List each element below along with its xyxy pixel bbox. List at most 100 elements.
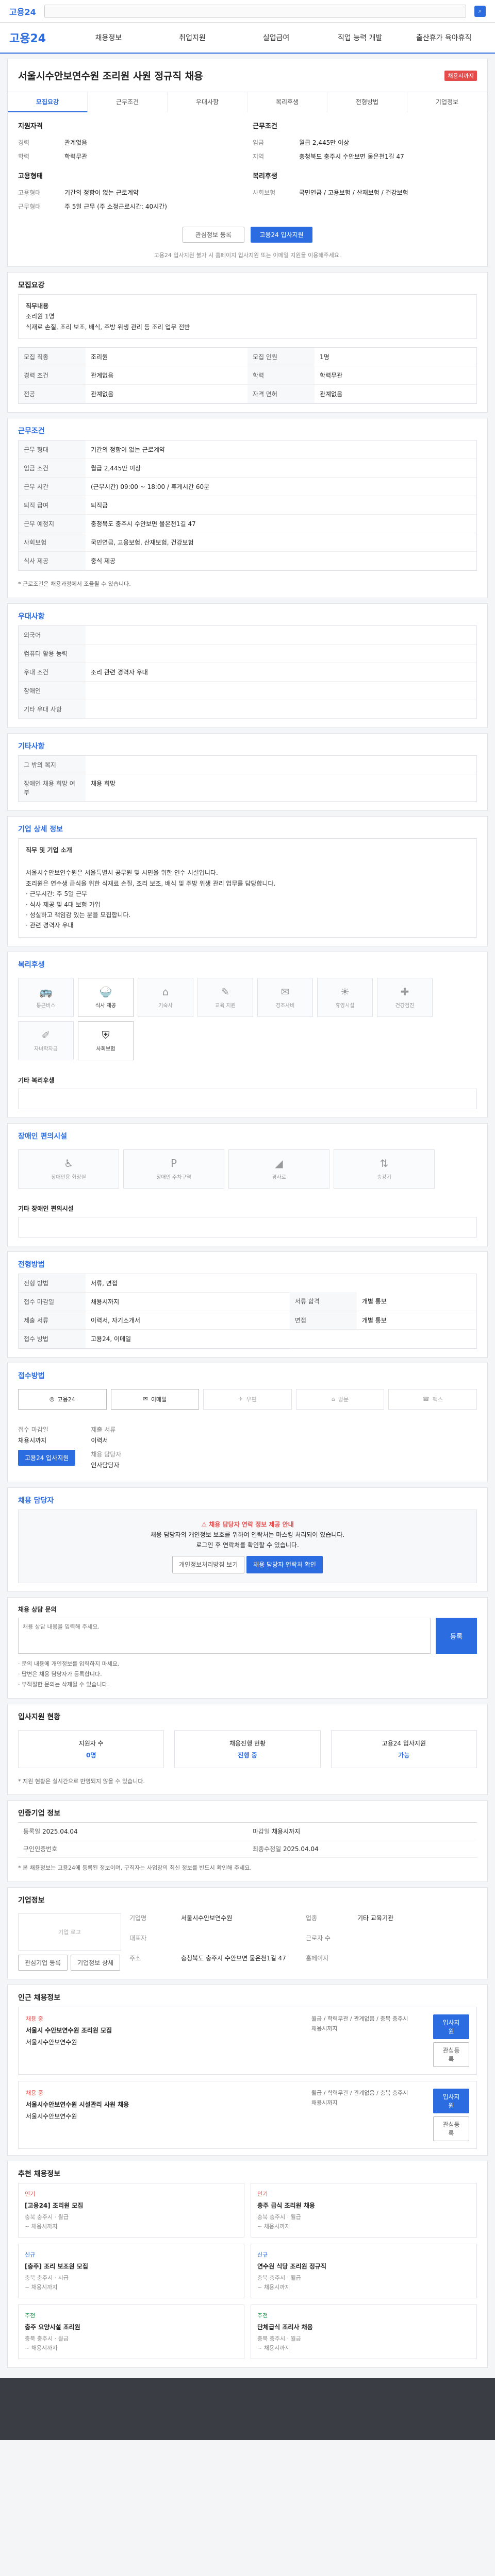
table-row: 식사 제공 중식 제공	[19, 551, 476, 571]
steps-section: 입사지원 현황 지원자 수 0명 채용진행 현황 진행 중 고용24 입사지원 가능 …	[7, 1703, 488, 1795]
qa-textarea[interactable]	[18, 1618, 431, 1654]
facility-section: 장애인 편의시설 ♿ 장애인용 화장실 P 장애인 주차구역 ◢ 경사로 ⇅ 승강기 기…	[7, 1123, 488, 1246]
company-value	[357, 1934, 477, 1951]
nav-item-benefit[interactable]: 실업급여	[234, 32, 318, 43]
condition-table: 근무 형태 기간의 정함이 없는 근로계약 임금 조건 월급 2,445만 이상 근…	[19, 440, 476, 571]
welfare-label: 사회보험	[96, 1046, 116, 1053]
row-value: 조리원	[86, 348, 248, 367]
contact-reveal-button[interactable]: 채용 담당자 연락처 확인	[246, 1555, 323, 1574]
rec-title[interactable]: 충주 급식 조리원 채용	[257, 2201, 470, 2211]
job-scrap-button[interactable]: 관심등록	[433, 2116, 469, 2142]
apply-button[interactable]: 고용24 입사지원	[251, 227, 313, 243]
tab-welfare[interactable]: 복리후생	[248, 92, 327, 112]
apply-note: 고용24 입사지원 불가 시 홈페이지 입사지원 또는 이메일 지원을 이용해주…	[154, 252, 341, 259]
tab-preference[interactable]: 우대사항	[168, 92, 248, 112]
tab-process[interactable]: 전형방법	[327, 92, 407, 112]
facility-elevator: ⇅ 승강기	[334, 1149, 435, 1189]
list-item[interactable]: 채용 중 서울시수안보연수원 시설관리 사원 채용 서울시수안보연수원 월급 /…	[18, 2081, 477, 2149]
company-scrap-button[interactable]: 관심기업 등록	[18, 1955, 68, 1971]
welfare-label: 건강검진	[395, 1003, 415, 1009]
privacy-button[interactable]: 개인정보처리방침 보기	[172, 1555, 245, 1574]
recommend-card[interactable]: 추천 충주 요양시설 조리원 충북 충주시 · 월급 ~ 채용시까지	[18, 2304, 244, 2360]
company-key: 업종	[306, 1914, 318, 1922]
qa-submit-button[interactable]: 등록	[436, 1618, 477, 1654]
rec-title[interactable]: 연수원 식당 조리원 정규직	[257, 2262, 470, 2272]
job-item-info: 월급 / 학력무관 / 관계없음 / 충북 충주시	[311, 2090, 408, 2097]
job-apply-button[interactable]: 입사지원	[433, 2089, 469, 2114]
tab-company[interactable]: 기업정보	[407, 92, 487, 112]
nav-item-jobs[interactable]: 채용정보	[67, 32, 151, 43]
site-logo[interactable]: 고용24	[9, 5, 36, 18]
company-key: 주소	[129, 1955, 141, 1962]
row-value: 채용시까지	[86, 1292, 290, 1311]
process-title: 전형방법	[18, 1260, 45, 1269]
tab-recruit[interactable]: 모집요강	[8, 92, 88, 112]
rec-title[interactable]: 단체급식 조리사 채용	[257, 2323, 470, 2332]
search-button[interactable]: ⌕	[474, 5, 486, 17]
rec-title[interactable]: [고용24] 조리원 모집	[25, 2201, 238, 2211]
table-row: 기타 우대 사항	[19, 700, 476, 719]
top-bar: 고용24 ⌕	[0, 0, 495, 23]
recommend-card[interactable]: 인기 충주 급식 조리원 채용 충북 충주시 · 월급 ~ 채용시까지	[251, 2183, 477, 2238]
scrap-button[interactable]: 관심정보 등록	[182, 227, 244, 243]
recommend-card[interactable]: 신규 연수원 식당 조리원 정규직 충북 충주시 · 월급 ~ 채용시까지	[251, 2244, 477, 2299]
facility-parking: P 장애인 주차구역	[123, 1149, 224, 1189]
welfare-meal: 🍚 식사 제공	[78, 977, 134, 1017]
channel-fax: ☎ 팩스	[388, 1388, 477, 1410]
info-key: 등록일	[23, 1828, 41, 1836]
list-item[interactable]: 채용 중 서울시 수안보연수원 조리원 모집 서울시수안보연수원 월급 / 학력…	[18, 2007, 477, 2075]
health-icon: ✚	[400, 986, 409, 998]
company-key: 근로자 수	[306, 1935, 331, 1942]
brand[interactable]: 고용24	[9, 29, 46, 46]
company-detail-button[interactable]: 기업정보 상세	[71, 1955, 121, 1971]
row-value	[86, 644, 476, 663]
contact-value: 인사담당자	[91, 1461, 120, 1469]
rec-title[interactable]: 충주 요양시설 조리원	[25, 2323, 238, 2332]
recommend-card[interactable]: 신규 [충주] 조리 보조원 모집 충북 충주시 · 시급 ~ 채용시까지	[18, 2244, 244, 2299]
nav-item-leave[interactable]: 출산휴가 육아휴직	[402, 32, 486, 43]
table-row: 제출 서류 이력서, 자기소개서 면접 개별 통보	[19, 1311, 476, 1330]
tab-condition[interactable]: 근무조건	[88, 92, 168, 112]
step-value: 가능	[398, 1751, 410, 1759]
row-value	[86, 625, 476, 645]
nav-item-training[interactable]: 직업 능력 개발	[318, 32, 402, 43]
rec-deadline: ~ 채용시까지	[25, 2223, 58, 2230]
search-input[interactable]	[44, 4, 466, 18]
ramp-icon: ◢	[275, 1157, 283, 1170]
job-item-title[interactable]: 서울시 수안보연수원 조리원 모집	[26, 2026, 303, 2035]
row-value: (근무시간) 09:00 ~ 18:00 / 휴게시간 60분	[86, 477, 476, 497]
company-value	[357, 1954, 477, 1971]
nav-item-support[interactable]: 취업지원	[151, 32, 235, 43]
rec-meta: 충북 충주시 · 월급	[25, 2335, 69, 2342]
dorm-icon: ⌂	[162, 986, 169, 998]
channel-section: 접수방법 ◎ 고용24 ✉ 이메일 ✈ 우편 ⌂ 방문 ☎ 팩스 접수 마감일 채용시까지…	[7, 1362, 488, 1482]
facility-ramp: ◢ 경사로	[228, 1149, 329, 1189]
cond-key: 임금	[253, 139, 265, 146]
table-row: 사회보험 국민연금, 고용보험, 산재보험, 건강보험	[19, 533, 476, 552]
rec-deadline: ~ 채용시까지	[25, 2344, 58, 2351]
info-key: 최종수정일	[253, 1845, 282, 1853]
qa-section: 채용 상담 문의 등록 · 문의 내용에 개인정보를 입력하지 마세요. · 답…	[7, 1597, 488, 1699]
rec-tag: 신규	[257, 2251, 268, 2259]
row-key: 근무 형태	[19, 440, 86, 460]
welfare-more-box	[18, 1088, 477, 1109]
row-key: 접수 마감일	[19, 1292, 86, 1311]
row-value: 퇴직금	[86, 496, 476, 515]
recommend-card[interactable]: 추천 단체급식 조리사 채용 충북 충주시 · 월급 ~ 채용시까지	[251, 2304, 477, 2360]
cond-value: 충청북도 충주시 수안보면 물온천1길 47	[299, 153, 404, 160]
row-value: 서류, 면접	[86, 1274, 290, 1293]
row-value: 개별 통보	[356, 1292, 476, 1311]
info-key: 구인인증번호	[23, 1845, 58, 1853]
table-row: 장애인	[19, 681, 476, 700]
rec-title[interactable]: [충주] 조리 보조원 모집	[25, 2262, 238, 2272]
job-item-title[interactable]: 서울시수안보연수원 시설관리 사원 채용	[26, 2100, 303, 2109]
job-apply-button[interactable]: 입사지원	[433, 2014, 469, 2040]
recommend-card[interactable]: 인기 [고용24] 조리원 모집 충북 충주시 · 월급 ~ 채용시까지	[18, 2183, 244, 2238]
job-item-deadline: 채용시까지	[311, 2099, 338, 2106]
qual-value: 학력무관	[64, 153, 88, 160]
apply-button-bottom[interactable]: 고용24 입사지원	[18, 1449, 76, 1466]
insurance-icon: ⛨	[102, 1029, 110, 1042]
job-scrap-button[interactable]: 관심등록	[433, 2042, 469, 2067]
row-value: 기간의 정함이 없는 근로계약	[86, 440, 476, 460]
row-key: 장애인	[19, 681, 86, 700]
